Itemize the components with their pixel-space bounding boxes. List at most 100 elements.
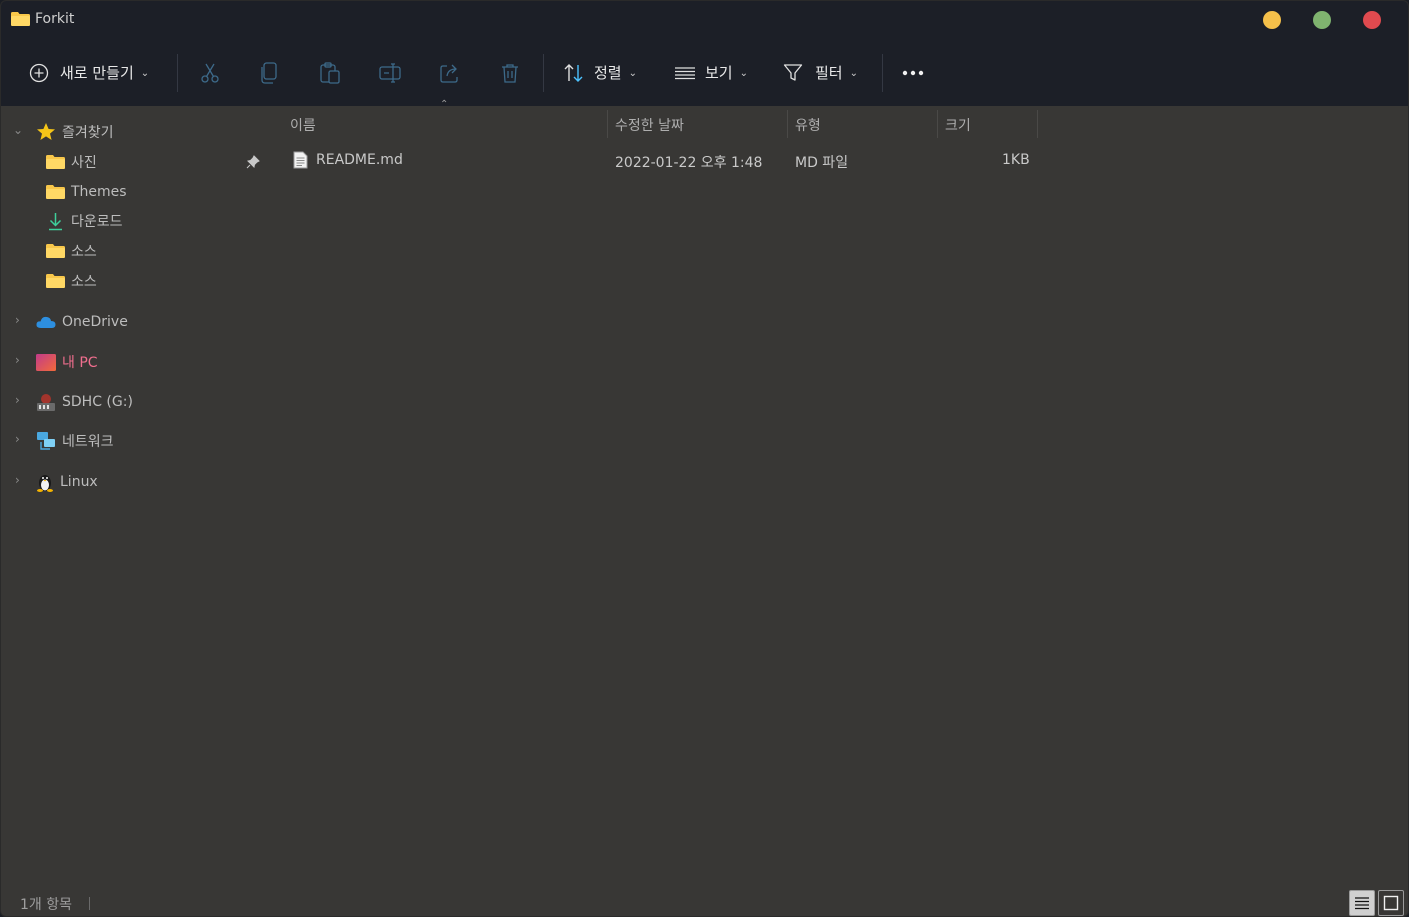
- nav-label: OneDrive: [62, 314, 128, 330]
- nav-label: Linux: [60, 474, 98, 490]
- top-bar: Forkit 새로 만들기 ⌄ 정렬 ⌄ 보기 ⌄ 필터 ⌄: [1, 1, 1408, 106]
- network-icon: [37, 432, 55, 450]
- nav-onedrive[interactable]: OneDrive: [36, 310, 128, 334]
- nav-sdhc-drive[interactable]: SDHC (G:): [36, 390, 133, 414]
- chevron-down-icon: ⌄: [739, 68, 748, 79]
- title-bar[interactable]: Forkit: [1, 1, 1408, 39]
- file-size: 1KB: [1002, 152, 1030, 168]
- nav-label: 사진: [71, 155, 97, 171]
- file-name: README.md: [316, 152, 403, 168]
- nav-label: 네트워크: [62, 434, 114, 450]
- nav-item-source[interactable]: 소스: [46, 239, 97, 263]
- linux-icon: [37, 475, 53, 492]
- share-button[interactable]: [439, 39, 461, 106]
- nav-label: 즐겨찾기: [62, 125, 114, 141]
- nav-label: 다운로드: [71, 214, 123, 230]
- chevron-right-icon[interactable]: ›: [15, 353, 20, 367]
- rename-button[interactable]: [379, 39, 401, 106]
- column-divider[interactable]: [1037, 110, 1038, 138]
- more-options-button[interactable]: [901, 39, 925, 106]
- column-header-type[interactable]: 유형: [795, 106, 821, 140]
- scissors-icon: [201, 63, 219, 83]
- nav-label: 소스: [71, 274, 97, 290]
- nav-label: SDHC (G:): [62, 394, 133, 410]
- chevron-down-icon[interactable]: ⌄: [13, 123, 23, 137]
- folder-icon: [46, 185, 65, 199]
- star-icon: [37, 123, 55, 140]
- column-header-size[interactable]: 크기: [945, 106, 971, 140]
- nav-linux[interactable]: Linux: [36, 470, 98, 494]
- drive-icon: [37, 393, 55, 411]
- rename-icon: [379, 62, 401, 83]
- view-label: 보기: [705, 64, 733, 82]
- delete-button[interactable]: [499, 39, 521, 106]
- chevron-right-icon[interactable]: ›: [15, 313, 20, 327]
- chevron-down-icon: ⌄: [628, 68, 637, 79]
- close-button[interactable]: [1363, 11, 1381, 29]
- folder-icon: [46, 274, 65, 288]
- chevron-right-icon[interactable]: ›: [15, 432, 20, 446]
- copy-button[interactable]: [260, 39, 280, 106]
- file-modified: 2022-01-22 오후 1:48: [615, 155, 763, 171]
- column-divider[interactable]: [607, 110, 608, 138]
- filter-label: 필터: [815, 64, 843, 82]
- pc-icon: [36, 353, 56, 371]
- nav-label: 소스: [71, 244, 97, 260]
- nav-item-source-2[interactable]: 소스: [46, 269, 97, 293]
- view-button[interactable]: 보기 ⌄: [674, 39, 748, 106]
- sort-arrows-icon: [564, 63, 583, 82]
- filter-icon: [783, 63, 803, 81]
- copy-icon: [261, 61, 277, 84]
- nav-favorites[interactable]: 즐겨찾기: [36, 120, 114, 144]
- plus-circle-icon: [29, 63, 49, 82]
- nav-label: Themes: [71, 184, 127, 200]
- sort-button[interactable]: 정렬 ⌄: [563, 39, 637, 106]
- status-divider: [89, 897, 90, 910]
- file-type: MD 파일: [795, 155, 849, 171]
- text-file-icon: [293, 151, 308, 169]
- nav-item-themes[interactable]: Themes: [46, 180, 127, 204]
- column-header-name[interactable]: 이름: [290, 106, 316, 140]
- new-button[interactable]: 새로 만들기 ⌄: [29, 39, 149, 106]
- pin-icon[interactable]: [246, 155, 260, 169]
- onedrive-icon: [36, 316, 56, 328]
- file-explorer-window: Forkit 새로 만들기 ⌄ 정렬 ⌄ 보기 ⌄ 필터 ⌄ ⌄ 즐겨찾기 사진…: [0, 0, 1409, 917]
- file-row[interactable]: README.md 2022-01-22 오후 1:48 MD 파일 1KB: [282, 147, 1042, 175]
- new-label: 새로 만들기: [60, 64, 134, 82]
- toolbar-divider: [177, 54, 178, 92]
- item-count: 1개 항목: [20, 897, 72, 913]
- nav-network[interactable]: 네트워크: [36, 429, 114, 453]
- column-header-modified[interactable]: 수정한 날짜: [615, 106, 684, 140]
- details-view-button[interactable]: [1349, 890, 1375, 916]
- clipboard-icon: [320, 61, 340, 84]
- column-divider[interactable]: [787, 110, 788, 138]
- status-bar: 1개 항목: [1, 886, 1408, 916]
- folder-icon: [46, 155, 65, 169]
- folder-icon: [46, 244, 65, 258]
- minimize-button[interactable]: [1263, 11, 1281, 29]
- details-view-icon: [1355, 897, 1369, 910]
- nav-item-photos[interactable]: 사진: [46, 150, 97, 174]
- cut-button[interactable]: [199, 39, 221, 106]
- nav-item-downloads[interactable]: 다운로드: [46, 209, 123, 233]
- nav-this-pc[interactable]: 내 PC: [36, 350, 98, 374]
- toolbar-divider: [882, 54, 883, 92]
- window-title: Forkit: [35, 11, 75, 27]
- trash-icon: [502, 63, 518, 83]
- chevron-right-icon[interactable]: ›: [15, 473, 20, 487]
- paste-button[interactable]: [319, 39, 341, 106]
- list-view-icon: [675, 66, 695, 79]
- command-bar: 새로 만들기 ⌄ 정렬 ⌄ 보기 ⌄ 필터 ⌄: [1, 39, 1408, 106]
- tiles-view-button[interactable]: [1378, 890, 1404, 916]
- filter-button[interactable]: 필터 ⌄: [783, 39, 858, 106]
- folder-icon: [11, 12, 30, 26]
- toolbar-divider: [543, 54, 544, 92]
- share-icon: [440, 64, 458, 83]
- chevron-down-icon: ⌄: [849, 68, 858, 79]
- sort-label: 정렬: [594, 64, 622, 82]
- column-divider[interactable]: [937, 110, 938, 138]
- maximize-button[interactable]: [1313, 11, 1331, 29]
- chevron-right-icon[interactable]: ›: [15, 393, 20, 407]
- tiles-view-icon: [1383, 895, 1399, 911]
- chevron-down-icon: ⌄: [140, 68, 150, 79]
